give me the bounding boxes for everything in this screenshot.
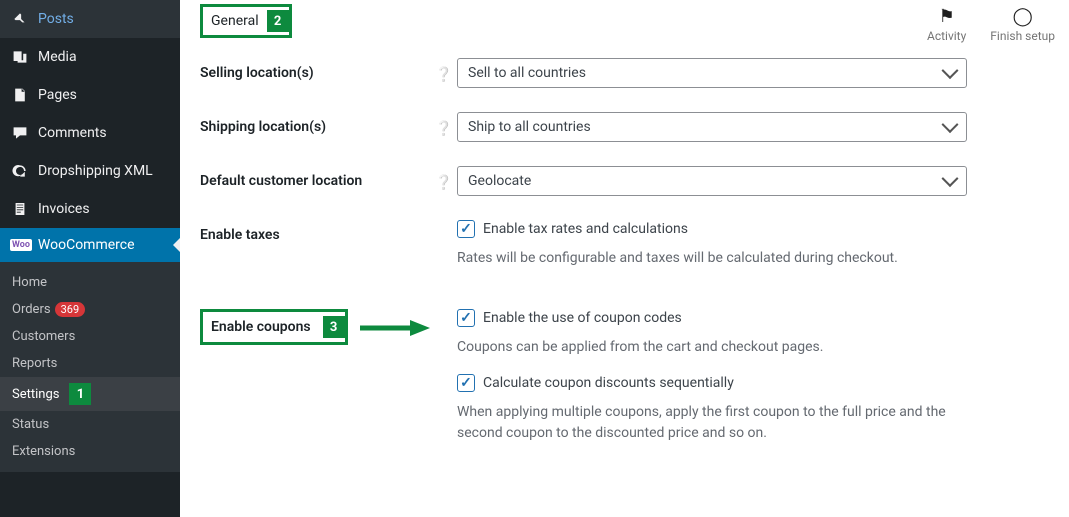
top-actions: ⚑ Activity ◯ Finish setup [927, 6, 1055, 43]
coupons-desc2: When applying multiple coupons, apply th… [457, 402, 967, 444]
sidebar-item-woocommerce[interactable]: Woo WooCommerce [0, 228, 180, 262]
pin-icon [10, 9, 30, 29]
step-badge-1: 1 [69, 383, 91, 405]
orders-count-badge: 369 [55, 302, 86, 317]
submenu-orders[interactable]: Orders 369 [0, 296, 180, 323]
help-icon[interactable]: ❔ [435, 121, 452, 137]
activity-button[interactable]: ⚑ Activity [927, 6, 966, 43]
flag-icon: ⚑ [927, 6, 966, 27]
checkbox-label: Enable the use of coupon codes [483, 310, 682, 326]
submenu-extensions[interactable]: Extensions [0, 438, 180, 465]
woo-submenu: Home Orders 369 Customers Reports Settin… [0, 262, 180, 472]
submenu-status[interactable]: Status [0, 411, 180, 438]
sidebar-item-invoices[interactable]: Invoices [0, 190, 180, 228]
row-enable-taxes: Enable taxes ✓ Enable tax rates and calc… [200, 220, 1049, 285]
sidebar-label: Pages [38, 87, 77, 103]
checkbox-sequential-coupons[interactable]: ✓ [457, 374, 475, 392]
checkbox-label: Calculate coupon discounts sequentially [483, 375, 734, 391]
step-badge-2: 2 [267, 10, 289, 32]
row-enable-coupons: Enable coupons 3 ✓ Enable the use of cou… [200, 309, 1049, 460]
tab-general-highlight[interactable]: General 2 [200, 4, 292, 38]
submenu-reports[interactable]: Reports [0, 350, 180, 377]
admin-sidebar: Posts Media Pages Comments Dropshipping … [0, 0, 180, 517]
row-selling-location: Selling location(s) ❔ Sell to all countr… [200, 58, 1049, 88]
row-default-customer-location: Default customer location ❔ Geolocate [200, 166, 1049, 196]
step-badge-3: 3 [323, 316, 345, 338]
sidebar-label: WooCommerce [38, 237, 135, 253]
media-icon [10, 47, 30, 67]
settings-form: Selling location(s) ❔ Sell to all countr… [180, 38, 1069, 460]
sidebar-label: Media [38, 49, 77, 65]
label-selling-location: Selling location(s) [200, 58, 435, 81]
finish-setup-button[interactable]: ◯ Finish setup [990, 6, 1055, 43]
submenu-customers[interactable]: Customers [0, 323, 180, 350]
label-shipping-location: Shipping location(s) [200, 112, 435, 135]
label-enable-taxes: Enable taxes [200, 220, 435, 243]
sidebar-item-media[interactable]: Media [0, 38, 180, 76]
sidebar-item-pages[interactable]: Pages [0, 76, 180, 114]
invoice-icon [10, 199, 30, 219]
select-default-location[interactable]: Geolocate [457, 166, 967, 196]
sidebar-label: Posts [38, 11, 74, 27]
circle-icon: ◯ [990, 6, 1055, 27]
coupons-desc1: Coupons can be applied from the cart and… [457, 337, 967, 358]
sidebar-item-dropshipping[interactable]: Dropshipping XML [0, 152, 180, 190]
checkbox-label: Enable tax rates and calculations [483, 221, 688, 237]
refresh-icon [10, 161, 30, 181]
label-enable-coupons: Enable coupons [211, 319, 311, 335]
sidebar-label: Comments [38, 125, 107, 141]
woo-badge-icon: Woo [10, 239, 32, 251]
taxes-desc: Rates will be configurable and taxes wil… [457, 248, 967, 269]
main-content: ⚑ Activity ◯ Finish setup General 2 Sell… [180, 0, 1069, 517]
select-shipping-location[interactable]: Ship to all countries [457, 112, 967, 142]
page-icon [10, 85, 30, 105]
submenu-home[interactable]: Home [0, 269, 180, 296]
help-icon[interactable]: ❔ [435, 67, 452, 83]
row-shipping-location: Shipping location(s) ❔ Ship to all count… [200, 112, 1049, 142]
label-default-location: Default customer location [200, 166, 435, 189]
enable-coupons-highlight: Enable coupons 3 [200, 309, 348, 345]
checkbox-enable-coupons[interactable]: ✓ [457, 309, 475, 327]
submenu-settings[interactable]: Settings 1 [0, 377, 180, 411]
sidebar-item-posts[interactable]: Posts [0, 0, 180, 38]
tab-general-label: General [211, 13, 267, 29]
comment-icon [10, 123, 30, 143]
sidebar-label: Dropshipping XML [38, 163, 153, 179]
sidebar-label: Invoices [38, 201, 90, 217]
select-selling-location[interactable]: Sell to all countries [457, 58, 967, 88]
sidebar-item-comments[interactable]: Comments [0, 114, 180, 152]
help-icon[interactable]: ❔ [435, 175, 452, 191]
checkbox-enable-taxes[interactable]: ✓ [457, 220, 475, 238]
arrow-icon [360, 318, 430, 342]
